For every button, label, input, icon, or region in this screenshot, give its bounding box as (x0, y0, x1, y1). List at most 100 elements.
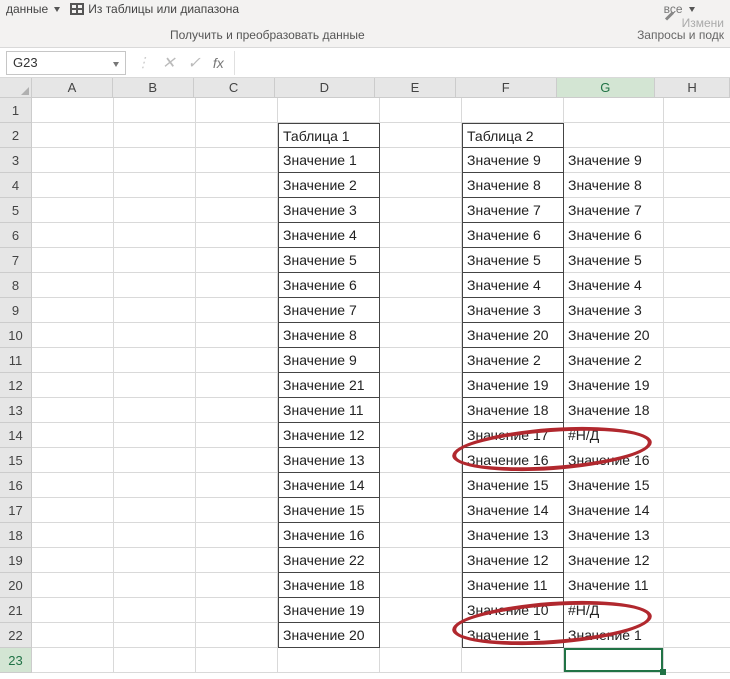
cell-D15[interactable]: Значение 13 (278, 448, 380, 473)
cell-C5[interactable] (196, 198, 278, 223)
cell-G5[interactable]: Значение 7 (564, 198, 664, 223)
cell-C9[interactable] (196, 298, 278, 323)
cell-C4[interactable] (196, 173, 278, 198)
cell-C8[interactable] (196, 273, 278, 298)
cell-H21[interactable] (664, 598, 730, 623)
cell-D7[interactable]: Значение 5 (278, 248, 380, 273)
cell-G1[interactable] (564, 98, 664, 123)
row-header-8[interactable]: 8 (0, 273, 31, 298)
cell-B4[interactable] (114, 173, 196, 198)
row-header-17[interactable]: 17 (0, 498, 31, 523)
cell-C22[interactable] (196, 623, 278, 648)
cell-D6[interactable]: Значение 4 (278, 223, 380, 248)
row-header-2[interactable]: 2 (0, 123, 31, 148)
cell-E8[interactable] (380, 273, 462, 298)
row-header-21[interactable]: 21 (0, 598, 31, 623)
cell-G2[interactable] (564, 123, 664, 148)
cell-A15[interactable] (32, 448, 114, 473)
cell-G18[interactable]: Значение 13 (564, 523, 664, 548)
formula-bar-input[interactable] (234, 51, 730, 75)
cell-A22[interactable] (32, 623, 114, 648)
cell-D19[interactable]: Значение 22 (278, 548, 380, 573)
cell-H19[interactable] (664, 548, 730, 573)
select-all-corner[interactable] (0, 78, 32, 98)
cell-H14[interactable] (664, 423, 730, 448)
cell-A20[interactable] (32, 573, 114, 598)
cell-E1[interactable] (380, 98, 462, 123)
cell-H6[interactable] (664, 223, 730, 248)
column-header-H[interactable]: H (655, 78, 730, 97)
cell-A1[interactable] (32, 98, 114, 123)
cell-G12[interactable]: Значение 19 (564, 373, 664, 398)
row-header-9[interactable]: 9 (0, 298, 31, 323)
cell-A8[interactable] (32, 273, 114, 298)
cell-D17[interactable]: Значение 15 (278, 498, 380, 523)
cell-B22[interactable] (114, 623, 196, 648)
row-header-1[interactable]: 1 (0, 98, 31, 123)
cell-E18[interactable] (380, 523, 462, 548)
cell-E19[interactable] (380, 548, 462, 573)
cell-B15[interactable] (114, 448, 196, 473)
cell-E14[interactable] (380, 423, 462, 448)
row-header-7[interactable]: 7 (0, 248, 31, 273)
cell-D4[interactable]: Значение 2 (278, 173, 380, 198)
cell-H22[interactable] (664, 623, 730, 648)
row-header-6[interactable]: 6 (0, 223, 31, 248)
cell-E7[interactable] (380, 248, 462, 273)
cell-G17[interactable]: Значение 14 (564, 498, 664, 523)
cell-D13[interactable]: Значение 11 (278, 398, 380, 423)
cell-A16[interactable] (32, 473, 114, 498)
cell-C16[interactable] (196, 473, 278, 498)
row-header-4[interactable]: 4 (0, 173, 31, 198)
cell-F6[interactable]: Значение 6 (462, 223, 564, 248)
cell-C17[interactable] (196, 498, 278, 523)
cell-G8[interactable]: Значение 4 (564, 273, 664, 298)
cell-A3[interactable] (32, 148, 114, 173)
cell-E15[interactable] (380, 448, 462, 473)
cell-F15[interactable]: Значение 16 (462, 448, 564, 473)
cell-H9[interactable] (664, 298, 730, 323)
ribbon-from-table-button[interactable]: Из таблицы или диапазона (70, 2, 239, 16)
cell-A6[interactable] (32, 223, 114, 248)
cell-B18[interactable] (114, 523, 196, 548)
cell-H13[interactable] (664, 398, 730, 423)
cell-B21[interactable] (114, 598, 196, 623)
cell-F1[interactable] (462, 98, 564, 123)
cell-A5[interactable] (32, 198, 114, 223)
cell-H15[interactable] (664, 448, 730, 473)
cell-H18[interactable] (664, 523, 730, 548)
cell-F13[interactable]: Значение 18 (462, 398, 564, 423)
cell-F10[interactable]: Значение 20 (462, 323, 564, 348)
cell-G6[interactable]: Значение 6 (564, 223, 664, 248)
cell-H17[interactable] (664, 498, 730, 523)
cell-A21[interactable] (32, 598, 114, 623)
cell-C13[interactable] (196, 398, 278, 423)
cell-E21[interactable] (380, 598, 462, 623)
cell-E10[interactable] (380, 323, 462, 348)
row-header-5[interactable]: 5 (0, 198, 31, 223)
cell-B10[interactable] (114, 323, 196, 348)
cell-G11[interactable]: Значение 2 (564, 348, 664, 373)
cell-A12[interactable] (32, 373, 114, 398)
cell-B1[interactable] (114, 98, 196, 123)
column-header-G[interactable]: G (557, 78, 656, 97)
enter-formula-button[interactable]: ✓ (187, 53, 200, 73)
cell-F11[interactable]: Значение 2 (462, 348, 564, 373)
cell-D12[interactable]: Значение 21 (278, 373, 380, 398)
cell-C6[interactable] (196, 223, 278, 248)
row-header-18[interactable]: 18 (0, 523, 31, 548)
row-header-14[interactable]: 14 (0, 423, 31, 448)
cell-C12[interactable] (196, 373, 278, 398)
cell-A7[interactable] (32, 248, 114, 273)
cell-C19[interactable] (196, 548, 278, 573)
cell-H16[interactable] (664, 473, 730, 498)
cell-C14[interactable] (196, 423, 278, 448)
cell-A4[interactable] (32, 173, 114, 198)
row-header-19[interactable]: 19 (0, 548, 31, 573)
cell-D20[interactable]: Значение 18 (278, 573, 380, 598)
cell-E3[interactable] (380, 148, 462, 173)
cell-H7[interactable] (664, 248, 730, 273)
row-header-22[interactable]: 22 (0, 623, 31, 648)
cell-A23[interactable] (32, 648, 114, 673)
row-header-15[interactable]: 15 (0, 448, 31, 473)
